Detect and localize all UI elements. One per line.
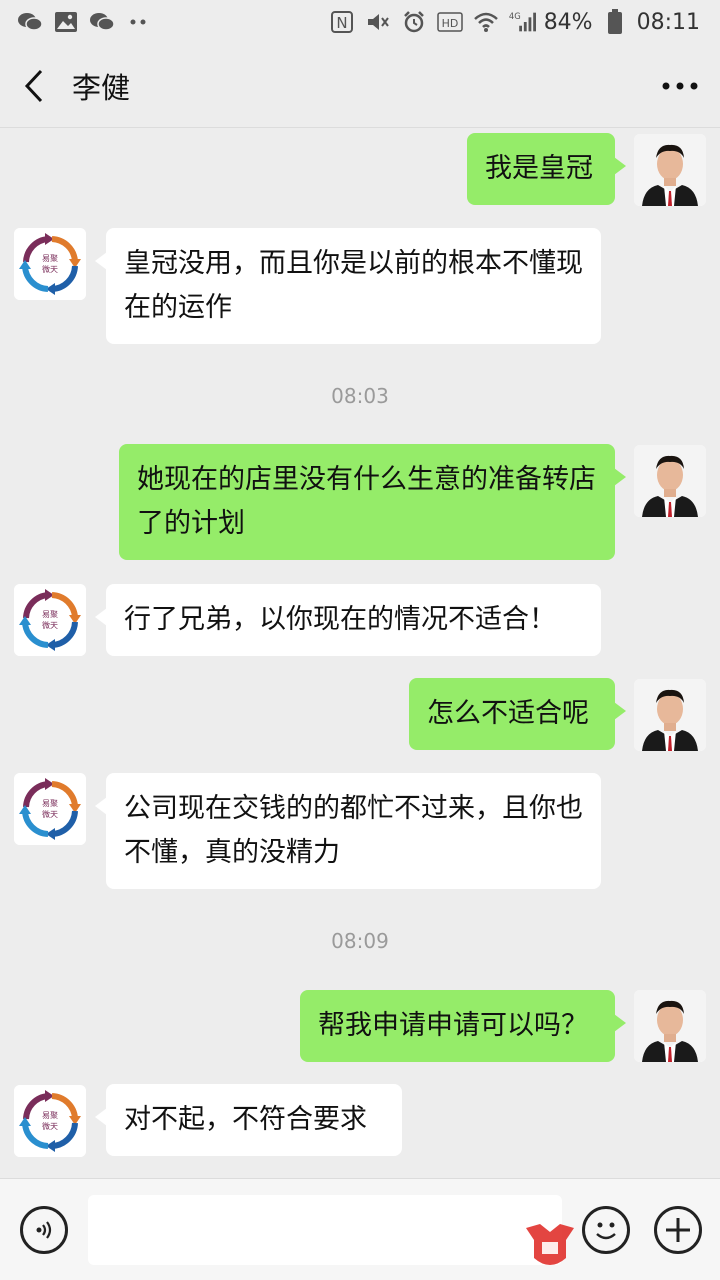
back-button[interactable] xyxy=(0,44,68,128)
message-input[interactable] xyxy=(88,1195,562,1265)
timestamp: 08:09 xyxy=(331,929,389,953)
chevron-left-icon xyxy=(24,69,43,102)
hd-icon: HD xyxy=(436,9,464,35)
voice-button[interactable] xyxy=(20,1206,68,1254)
emoji-button[interactable] xyxy=(582,1206,630,1254)
svg-text:易聚: 易聚 xyxy=(42,799,58,808)
svg-text:HD: HD xyxy=(441,17,458,30)
signal-icon: 4G xyxy=(508,9,536,35)
contact-avatar[interactable]: 易聚 微天 xyxy=(14,584,86,656)
contact-avatar[interactable]: 易聚 微天 xyxy=(14,773,86,845)
input-bar xyxy=(0,1178,720,1280)
battery-icon xyxy=(601,9,629,35)
status-bar: N HD 4G 84% 08:11 xyxy=(0,0,720,44)
svg-text:易聚: 易聚 xyxy=(42,610,58,619)
message-list[interactable]: 我是皇冠 易聚 微天 皇冠没用，而且你是以前的根本不懂现在的运作 08:03 她现… xyxy=(0,128,720,1178)
more-button[interactable] xyxy=(640,44,720,128)
message-bubble-outgoing[interactable]: 我是皇冠 xyxy=(467,133,626,205)
status-left-icons xyxy=(16,9,152,35)
emoji-icon xyxy=(596,1222,616,1240)
my-avatar[interactable] xyxy=(634,445,706,517)
watermark-logo xyxy=(520,1218,580,1276)
status-right-icons: N HD 4G 84% 08:11 xyxy=(328,9,700,35)
plus-icon xyxy=(666,1218,690,1242)
more-horizontal-icon xyxy=(662,82,698,89)
contact-avatar[interactable]: 易聚 微天 xyxy=(14,228,86,300)
message-bubble-incoming[interactable]: 行了兄弟，以你现在的情况不适合！ xyxy=(95,584,601,656)
svg-text:微天: 微天 xyxy=(42,620,58,630)
my-avatar[interactable] xyxy=(634,990,706,1062)
status-time: 08:11 xyxy=(636,9,700,35)
message-bubble-incoming[interactable]: 公司现在交钱的的都忙不过来，且你也不懂，真的没精力 xyxy=(95,773,601,889)
wechat-icon xyxy=(88,9,116,35)
message-bubble-incoming[interactable]: 皇冠没用，而且你是以前的根本不懂现在的运作 xyxy=(95,228,601,344)
timestamp: 08:03 xyxy=(331,384,389,408)
battery-percent: 84% xyxy=(543,9,593,35)
my-avatar[interactable] xyxy=(634,134,706,206)
my-avatar[interactable] xyxy=(634,679,706,751)
message-bubble-outgoing[interactable]: 帮我申请申请可以吗？ xyxy=(300,990,626,1062)
message-bubble-incoming[interactable]: 对不起，不符合要求 xyxy=(95,1084,402,1156)
message-bubble-outgoing[interactable]: 怎么不适合呢 xyxy=(409,678,626,750)
svg-text:微天: 微天 xyxy=(42,1121,58,1131)
contact-avatar[interactable]: 易聚 微天 xyxy=(14,1085,86,1157)
svg-text:4G: 4G xyxy=(509,11,521,21)
wifi-icon xyxy=(472,9,500,35)
svg-text:易聚: 易聚 xyxy=(42,1111,58,1120)
mute-icon xyxy=(364,9,392,35)
svg-text:微天: 微天 xyxy=(42,809,58,819)
more-functions-button[interactable] xyxy=(654,1206,702,1254)
nfc-icon: N xyxy=(328,9,356,35)
message-bubble-outgoing[interactable]: 她现在的店里没有什么生意的准备转店了的计划 xyxy=(119,444,626,560)
voice-icon xyxy=(36,1221,52,1239)
svg-text:微天: 微天 xyxy=(42,264,58,274)
svg-text:易聚: 易聚 xyxy=(42,254,58,263)
chat-header: 李健 xyxy=(0,44,720,128)
alarm-icon xyxy=(400,9,428,35)
svg-text:N: N xyxy=(336,14,347,32)
more-dots-icon xyxy=(124,9,152,35)
chat-title: 李健 xyxy=(72,70,131,105)
wechat-icon xyxy=(16,9,44,35)
gallery-icon xyxy=(52,9,80,35)
